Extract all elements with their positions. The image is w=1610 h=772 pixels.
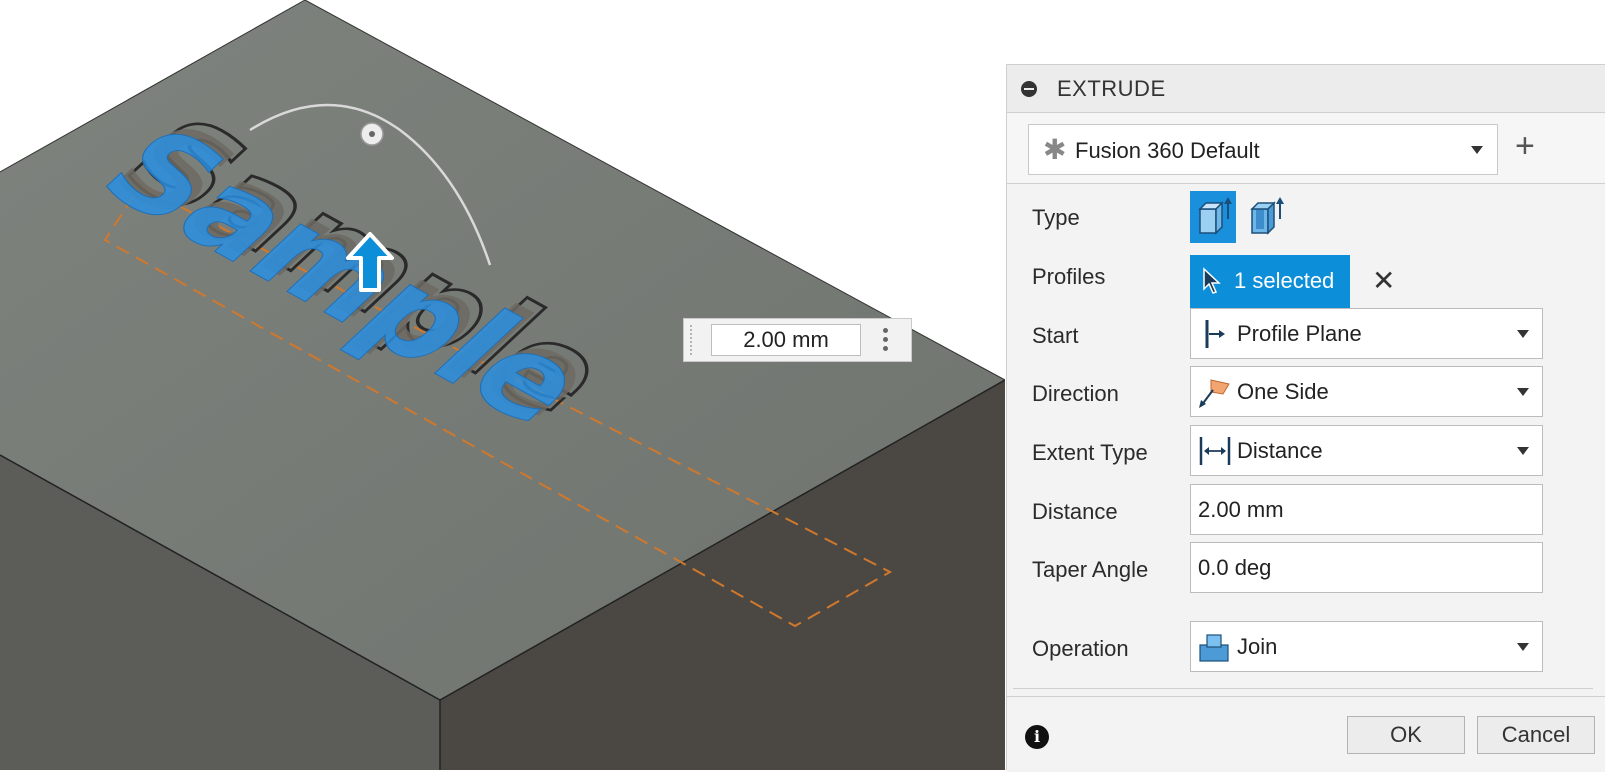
start-dropdown[interactable]: Profile Plane — [1190, 308, 1543, 359]
preset-star-icon: ✱ — [1043, 134, 1067, 165]
profiles-label: Profiles — [1032, 264, 1106, 289]
preset-dropdown[interactable]: ✱ Fusion 360 Default — [1028, 124, 1498, 175]
distance-extent-icon — [1199, 437, 1231, 465]
operation-value: Join — [1237, 634, 1278, 659]
solid-extrude-icon — [1198, 197, 1232, 235]
profiles-selected-count: 1 selected — [1234, 268, 1335, 293]
type-solid-button[interactable] — [1190, 191, 1236, 243]
divider — [1013, 688, 1593, 689]
more-options-icon[interactable] — [880, 325, 890, 355]
taper-angle-label: Taper Angle — [1032, 557, 1149, 582]
one-side-icon — [1199, 379, 1230, 408]
dialog-header[interactable]: EXTRUDE — [1007, 65, 1605, 113]
extent-type-dropdown[interactable]: Distance — [1190, 425, 1543, 476]
direction-value: One Side — [1237, 379, 1329, 404]
preset-row: ✱ Fusion 360 Default + — [1007, 113, 1605, 184]
type-thin-button[interactable] — [1244, 191, 1290, 243]
start-value: Profile Plane — [1237, 321, 1362, 346]
operation-label: Operation — [1032, 636, 1129, 661]
join-icon — [1199, 634, 1229, 662]
cursor-arrow-icon — [1203, 267, 1221, 294]
profiles-select-button[interactable]: 1 selected — [1190, 255, 1350, 308]
operation-dropdown[interactable]: Join — [1190, 621, 1543, 672]
3d-viewport[interactable]: Sample Sample Sample 2.00 mm — [0, 0, 1005, 770]
extent-type-value: Distance — [1237, 438, 1323, 463]
add-preset-button[interactable]: + — [1515, 126, 1535, 166]
info-icon[interactable]: i — [1025, 725, 1049, 749]
profile-plane-icon — [1205, 320, 1225, 348]
extrude-dialog: EXTRUDE ✱ Fusion 360 Default + Type Prof… — [1006, 64, 1605, 772]
distance-manipulator-input[interactable]: 2.00 mm — [711, 324, 861, 356]
dialog-footer: i OK Cancel — [1007, 696, 1605, 772]
distance-input[interactable]: 2.00 mm — [1190, 484, 1543, 535]
preset-value: Fusion 360 Default — [1075, 138, 1260, 163]
extent-type-label: Extent Type — [1032, 440, 1148, 465]
ok-button[interactable]: OK — [1347, 716, 1465, 754]
drag-grip-icon[interactable] — [690, 325, 698, 355]
collapse-icon[interactable] — [1021, 81, 1037, 97]
chevron-down-icon — [1517, 447, 1529, 455]
chevron-down-icon — [1471, 146, 1483, 154]
thin-extrude-icon — [1250, 197, 1284, 235]
type-label: Type — [1032, 205, 1080, 230]
chevron-down-icon — [1517, 388, 1529, 396]
clear-selection-icon[interactable]: ✕ — [1372, 264, 1395, 297]
chevron-down-icon — [1517, 330, 1529, 338]
chevron-down-icon — [1517, 643, 1529, 651]
cancel-button[interactable]: Cancel — [1477, 716, 1595, 754]
start-label: Start — [1032, 323, 1079, 348]
direction-dropdown[interactable]: One Side — [1190, 366, 1543, 417]
distance-manipulator-box: 2.00 mm — [683, 318, 912, 362]
dialog-title: EXTRUDE — [1057, 76, 1166, 101]
distance-label: Distance — [1032, 499, 1118, 524]
direction-label: Direction — [1032, 381, 1119, 406]
taper-angle-input[interactable]: 0.0 deg — [1190, 542, 1543, 593]
